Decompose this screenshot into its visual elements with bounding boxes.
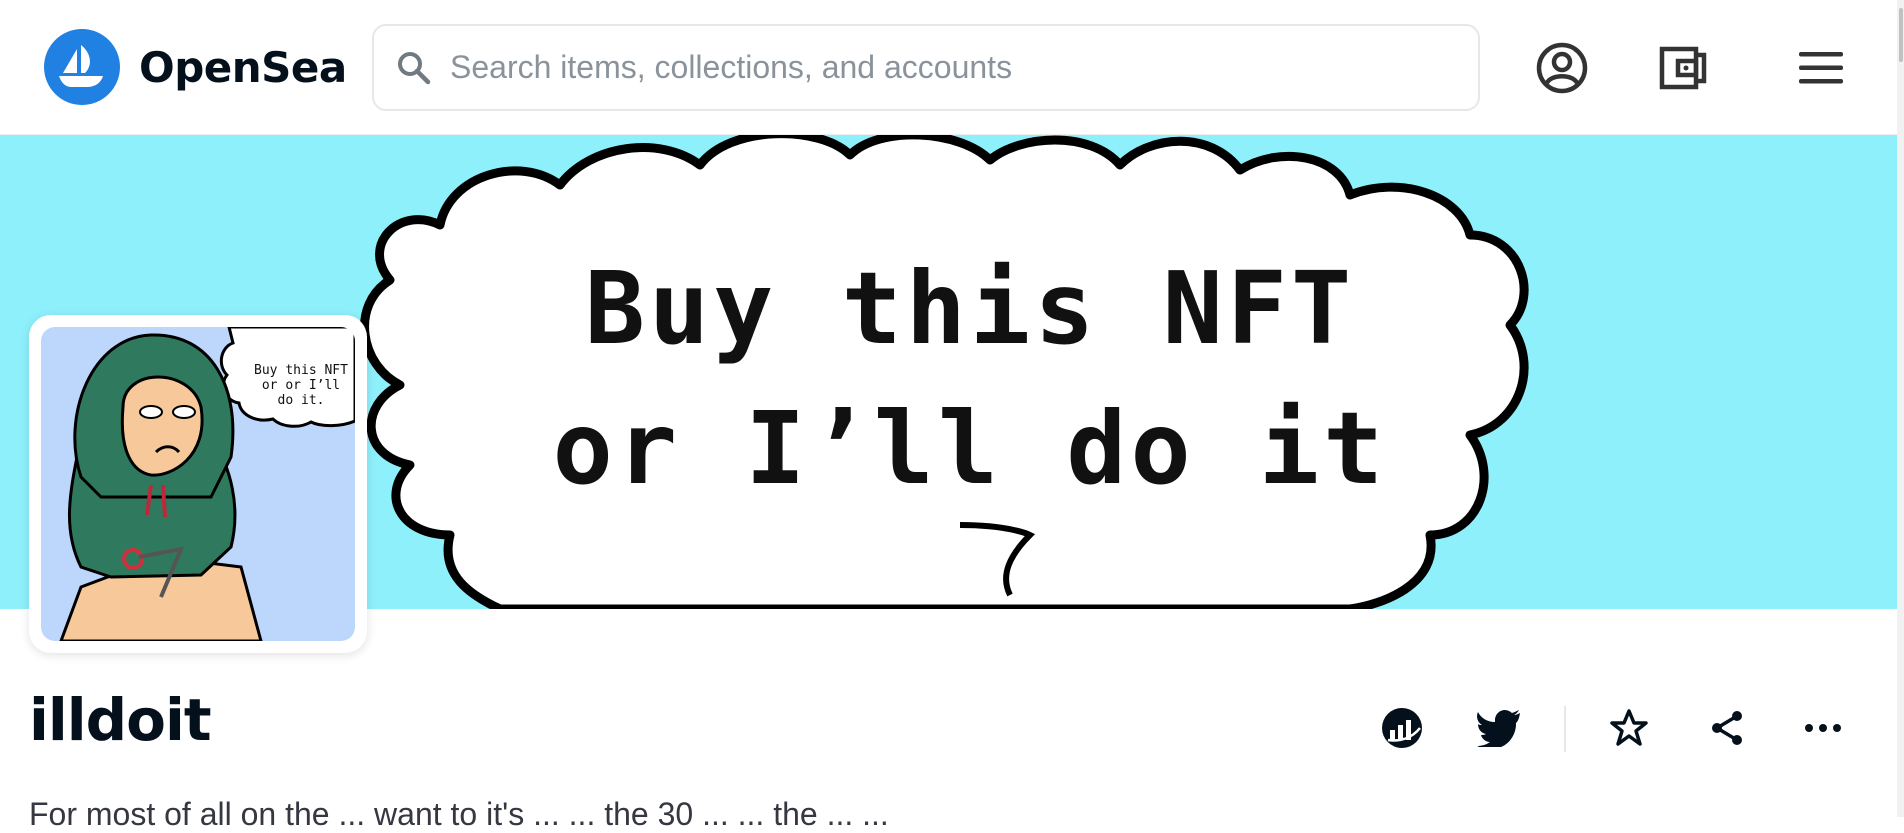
- profile-description: For most of all on the ... want to it's …: [29, 796, 889, 832]
- wallet-icon: [1659, 46, 1707, 90]
- favorite-button[interactable]: [1604, 703, 1654, 753]
- profile-avatar[interactable]: Buy this NFT or or I’ll do it.: [29, 315, 367, 653]
- twitter-icon: [1477, 710, 1520, 747]
- profile-name: illdoit: [29, 686, 212, 754]
- more-icon: [1805, 724, 1841, 732]
- avatar-bubble-text: Buy this NFT or or I’ll do it.: [254, 363, 348, 408]
- account-icon: [1536, 42, 1588, 94]
- share-icon: [1712, 711, 1742, 745]
- activity-icon: [1382, 708, 1422, 748]
- avatar-image: Buy this NFT or or I’ll do it.: [41, 327, 355, 641]
- home-logo-link[interactable]: OpenSea: [44, 29, 347, 105]
- menu-button[interactable]: [1791, 38, 1851, 98]
- more-options-button[interactable]: [1798, 703, 1848, 753]
- search-icon: [398, 51, 431, 84]
- opensea-logo-icon: [44, 29, 120, 105]
- banner-line-2: or I’ll do it: [552, 390, 1388, 507]
- share-button[interactable]: [1702, 703, 1752, 753]
- account-button[interactable]: [1532, 38, 1592, 98]
- search-bar[interactable]: [372, 24, 1480, 111]
- page-scrollbar[interactable]: [1897, 0, 1904, 817]
- top-nav: OpenSea: [0, 0, 1897, 135]
- brand-name: OpenSea: [139, 42, 347, 92]
- scrollbar-thumb[interactable]: [1899, 8, 1903, 62]
- actions-divider: [1564, 706, 1566, 752]
- twitter-button[interactable]: [1474, 703, 1524, 753]
- activity-button[interactable]: [1377, 703, 1427, 753]
- search-input[interactable]: [448, 36, 1478, 99]
- menu-icon: [1799, 52, 1843, 84]
- star-icon: [1610, 709, 1648, 746]
- wallet-button[interactable]: [1653, 38, 1713, 98]
- banner-line-1: Buy this NFT: [584, 250, 1356, 367]
